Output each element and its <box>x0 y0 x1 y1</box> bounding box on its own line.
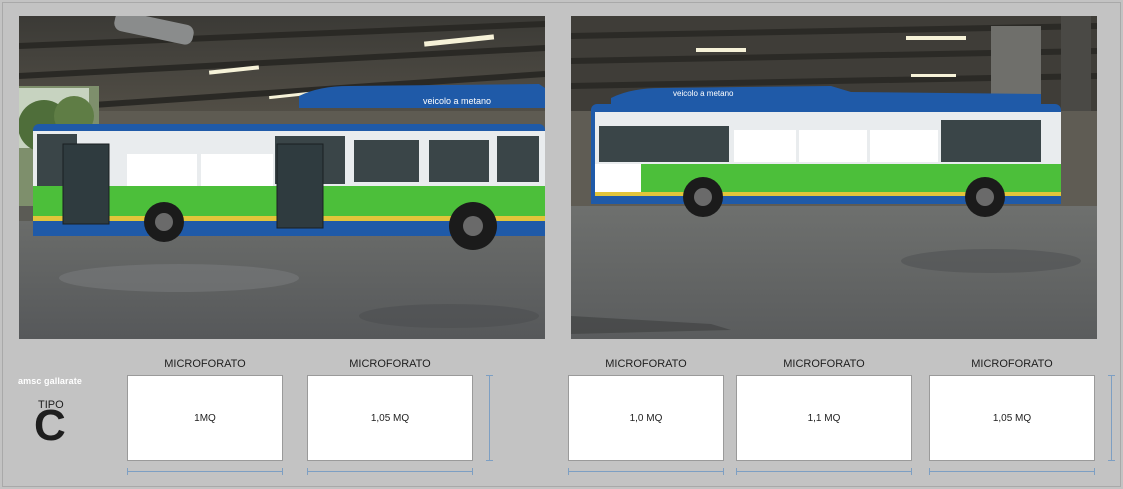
panel-4-title: MICROFORATO <box>783 358 865 370</box>
panel-3-title: MICROFORATO <box>605 358 687 370</box>
bus-photo-right: veicolo a metano <box>571 16 1097 339</box>
panel-5-width-dimension <box>929 468 1095 475</box>
panel-2-value: 1,05 MQ <box>370 412 410 424</box>
panel-3: 1,0 MQ <box>568 375 724 461</box>
panel-5: 1,05 MQ <box>929 375 1095 461</box>
panel-5-title: MICROFORATO <box>971 358 1053 370</box>
bus-photo-left: veicolo a metano <box>19 16 545 339</box>
bus-right-illustration: veicolo a metano <box>571 16 1097 339</box>
panel-3-value: 1,0 MQ <box>629 412 663 424</box>
panel-1: 1MQ <box>127 375 283 461</box>
panel-2: 1,05 MQ <box>307 375 473 461</box>
panel-2-width-dimension <box>307 468 473 475</box>
type-letter: C <box>34 401 66 450</box>
panel-4-width-dimension <box>736 468 912 475</box>
panel-2-title: MICROFORATO <box>349 358 431 370</box>
panel-5-value: 1,05 MQ <box>992 412 1032 424</box>
brand-name: amsc gallarate <box>18 376 82 386</box>
panel-4-value: 1,1 MQ <box>807 412 841 424</box>
panel-2-height-dimension <box>486 375 493 461</box>
bus-right-text: veicolo a metano <box>673 89 734 98</box>
bus-left-illustration: veicolo a metano <box>19 16 545 339</box>
panel-4: 1,1 MQ <box>736 375 912 461</box>
panel-5-height-dimension <box>1108 375 1115 461</box>
panel-1-title: MICROFORATO <box>164 358 246 370</box>
panel-1-width-dimension <box>127 468 283 475</box>
panel-3-width-dimension <box>568 468 724 475</box>
bus-left-text: veicolo a metano <box>423 96 491 106</box>
panel-1-value: 1MQ <box>194 412 216 424</box>
